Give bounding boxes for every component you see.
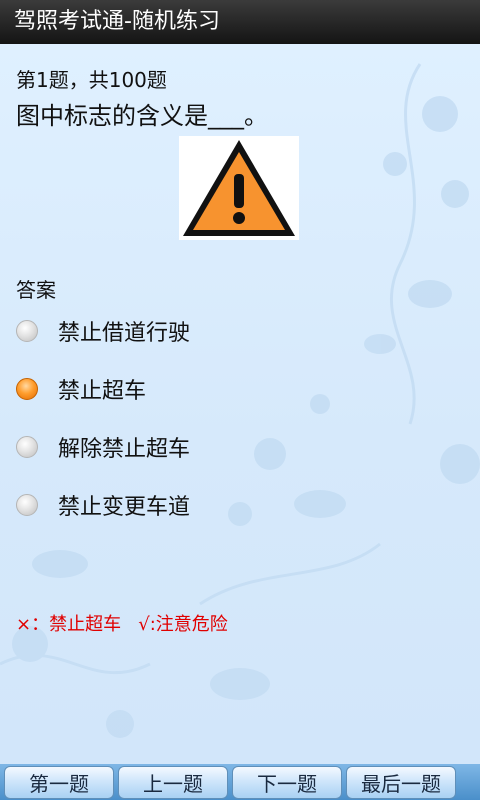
radio-unchecked-icon[interactable]	[16, 436, 38, 458]
radio-unchecked-icon[interactable]	[16, 320, 38, 342]
answer-option-label: 禁止超车	[58, 379, 147, 404]
warning-triangle-icon	[183, 140, 295, 236]
question-text: 图中标志的含义是___。	[16, 102, 268, 130]
previous-question-button[interactable]: 上一题	[118, 766, 228, 799]
answer-option-label: 禁止变更车道	[58, 495, 191, 520]
radio-unchecked-icon[interactable]	[16, 494, 38, 516]
answer-heading: 答案	[16, 278, 56, 302]
warning-sign-image	[179, 136, 299, 240]
navigation-bar: 第一题 上一题 下一题 最后一题	[0, 764, 480, 800]
last-question-button[interactable]: 最后一题	[346, 766, 456, 799]
answer-option-4[interactable]: 禁止变更车道	[16, 483, 346, 527]
answer-option-2[interactable]: 禁止超车	[16, 367, 346, 411]
next-question-button[interactable]: 下一题	[232, 766, 342, 799]
answer-option-3[interactable]: 解除禁止超车	[16, 425, 346, 469]
answer-option-label: 禁止借道行驶	[58, 321, 191, 346]
answer-feedback: ×：禁止超车 √:注意危险	[16, 614, 228, 635]
app-title-bar: 驾照考试通-随机练习	[0, 0, 480, 44]
first-question-button[interactable]: 第一题	[4, 766, 114, 799]
question-panel: 第1题，共100题 图中标志的含义是___。 答案 禁止借道行驶 禁止超车 解除…	[0, 44, 480, 764]
radio-checked-icon[interactable]	[16, 378, 38, 400]
question-counter: 第1题，共100题	[16, 68, 167, 92]
answer-option-1[interactable]: 禁止借道行驶	[16, 309, 346, 353]
answer-option-label: 解除禁止超车	[58, 437, 191, 462]
app-title: 驾照考试通-随机练习	[14, 9, 220, 34]
